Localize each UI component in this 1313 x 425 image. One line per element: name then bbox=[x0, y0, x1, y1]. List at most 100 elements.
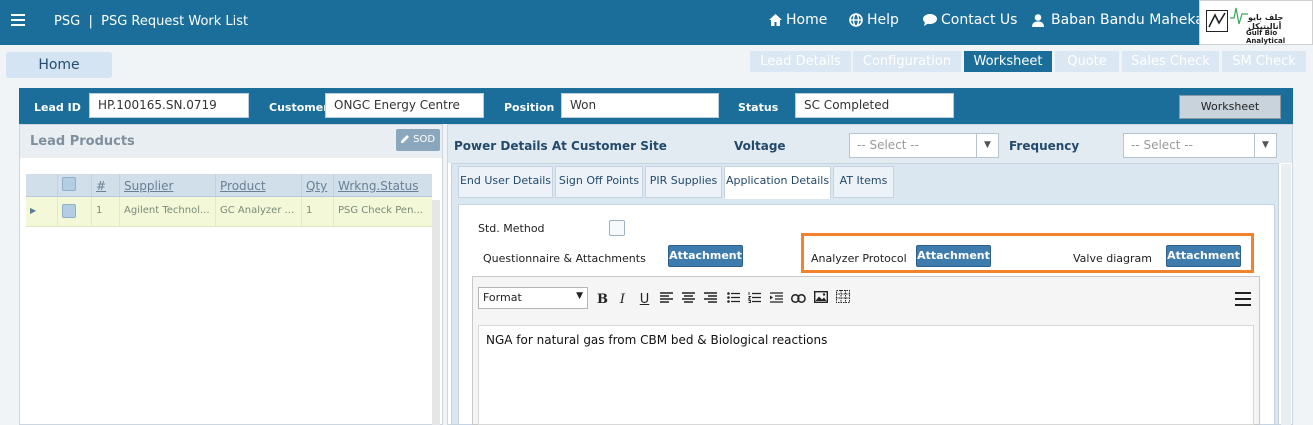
nav-contact-label: Contact Us bbox=[941, 12, 1018, 28]
pencil-icon bbox=[400, 135, 409, 143]
valve-diagram-attachment-button[interactable]: Attachment bbox=[1166, 245, 1241, 267]
tab-at-items[interactable]: AT Items bbox=[833, 166, 894, 198]
tab-configuration[interactable]: Configuration bbox=[853, 51, 961, 72]
lead-id-field[interactable]: HP.100165.SN.0719 bbox=[89, 93, 249, 118]
col-num[interactable]: # bbox=[92, 174, 120, 196]
editor-menu-icon[interactable] bbox=[1232, 288, 1254, 310]
frequency-select[interactable]: -- Select -- ▼ bbox=[1123, 133, 1277, 158]
col-qty[interactable]: Qty bbox=[302, 174, 334, 196]
analyzer-protocol-attachment-button[interactable]: Attachment bbox=[916, 245, 991, 267]
page-title: PSG Request Work List bbox=[101, 14, 249, 29]
link-icon[interactable] bbox=[789, 290, 808, 310]
worksheet-details-button[interactable]: Worksheet Details bbox=[1179, 95, 1281, 135]
col-supplier[interactable]: Supplier bbox=[120, 174, 216, 196]
cell-supplier: Agilent Technol... bbox=[120, 197, 216, 226]
status-field[interactable]: SC Completed bbox=[795, 93, 954, 118]
lead-header: Lead ID HP.100165.SN.0719 Customer ONGC … bbox=[19, 88, 1293, 124]
nav-contact[interactable]: Contact Us bbox=[923, 12, 1017, 28]
app-name: PSG bbox=[54, 14, 81, 29]
voltage-select-value: -- Select -- bbox=[857, 138, 919, 152]
tab-quote[interactable]: Quote bbox=[1055, 51, 1119, 72]
align-center-icon[interactable] bbox=[679, 290, 698, 310]
lead-products-title: Lead Products bbox=[30, 134, 135, 149]
tab-lead-details[interactable]: Lead Details bbox=[750, 51, 851, 72]
cell-status: PSG Check Pen... bbox=[338, 205, 423, 216]
worksheet-scrollbar[interactable] bbox=[1281, 164, 1291, 425]
questionnaire-label: Questionnaire & Attachments bbox=[483, 252, 646, 265]
home-button[interactable]: Home bbox=[6, 52, 112, 78]
tab-worksheet[interactable]: Worksheet bbox=[964, 51, 1052, 72]
status-label: Status bbox=[738, 101, 779, 114]
logo-mark-icon bbox=[1206, 10, 1228, 32]
power-details-header: Power Details At Customer Site Voltage -… bbox=[448, 125, 1292, 163]
col-status[interactable]: Wrkng.Status bbox=[334, 174, 432, 196]
select-all-checkbox[interactable] bbox=[62, 177, 76, 191]
logo-wave-icon bbox=[1230, 7, 1248, 25]
table-row[interactable]: ▶ 1 Agilent Technol... GC Analyzer ... 1… bbox=[26, 197, 432, 227]
chevron-down-icon: ▼ bbox=[1254, 134, 1276, 157]
editor-text: NGA for natural gas from CBM bed & Biolo… bbox=[486, 333, 828, 347]
frequency-label: Frequency bbox=[1009, 139, 1080, 153]
position-field[interactable]: Won bbox=[561, 93, 719, 118]
sod-button[interactable]: SOD bbox=[396, 129, 440, 151]
nav-help[interactable]: Help bbox=[849, 12, 899, 28]
top-bar: PSG | PSG Request Work List Home Help Co… bbox=[0, 0, 1313, 45]
indent-icon[interactable] bbox=[767, 290, 786, 310]
cell-num: 1 bbox=[92, 197, 120, 226]
voltage-select[interactable]: -- Select -- ▼ bbox=[849, 133, 999, 158]
hamburger-icon[interactable] bbox=[11, 14, 25, 26]
numbered-list-icon[interactable] bbox=[745, 290, 764, 310]
table-icon[interactable] bbox=[833, 290, 852, 310]
chat-icon bbox=[923, 14, 937, 26]
bold-icon[interactable]: B bbox=[593, 290, 612, 310]
lead-id-label: Lead ID bbox=[34, 101, 81, 114]
chevron-down-icon: ▼ bbox=[576, 291, 583, 301]
nav-help-label: Help bbox=[867, 12, 899, 28]
nav-user-label: Baban Bandu Mahekar bbox=[1051, 12, 1210, 28]
power-details-title: Power Details At Customer Site bbox=[454, 139, 667, 153]
nav-home[interactable]: Home bbox=[769, 12, 827, 28]
app-title: PSG | PSG Request Work List bbox=[54, 14, 249, 29]
align-left-icon[interactable] bbox=[657, 290, 676, 310]
analyzer-protocol-label: Analyzer Protocol bbox=[811, 252, 907, 265]
sod-label: SOD bbox=[413, 134, 436, 145]
align-right-icon[interactable] bbox=[701, 290, 720, 310]
globe-icon bbox=[849, 13, 863, 27]
nav-home-label: Home bbox=[786, 12, 828, 28]
tab-sales-check[interactable]: Sales Check bbox=[1122, 51, 1219, 72]
lead-products-header: Lead Products SOD bbox=[20, 125, 442, 158]
row-checkbox[interactable] bbox=[62, 204, 76, 218]
cell-product: GC Analyzer ... bbox=[216, 197, 302, 226]
bullet-list-icon[interactable] bbox=[724, 290, 743, 310]
std-method-label: Std. Method bbox=[478, 222, 545, 235]
lead-products-scrollbar[interactable] bbox=[432, 200, 440, 425]
italic-icon[interactable]: I bbox=[613, 290, 632, 310]
valve-diagram-label: Valve diagram bbox=[1073, 252, 1152, 265]
user-icon bbox=[1032, 13, 1044, 27]
nav-user[interactable]: Baban Bandu Mahekar bbox=[1032, 12, 1210, 28]
home-icon bbox=[769, 14, 782, 26]
format-select[interactable]: Format ▼ bbox=[478, 287, 588, 309]
tab-sm-check[interactable]: SM Check bbox=[1222, 51, 1306, 72]
customer-field[interactable]: ONGC Energy Centre bbox=[325, 93, 484, 118]
underline-icon[interactable]: U bbox=[635, 290, 654, 310]
format-select-value: Format bbox=[483, 291, 522, 304]
tab-pir-supplies[interactable]: PIR Supplies bbox=[645, 166, 722, 198]
tab-sign-off-points[interactable]: Sign Off Points bbox=[555, 166, 643, 198]
lead-products-panel: Lead Products SOD # Supplier Product Qty… bbox=[19, 124, 443, 425]
row-expand-icon[interactable]: ▶ bbox=[30, 206, 36, 215]
questionnaire-attachment-button[interactable]: Attachment bbox=[668, 245, 743, 267]
customer-label: Customer bbox=[269, 101, 329, 114]
image-icon[interactable] bbox=[811, 290, 830, 310]
tab-end-user-details[interactable]: End User Details bbox=[458, 166, 553, 198]
std-method-checkbox[interactable] bbox=[609, 220, 625, 236]
position-label: Position bbox=[504, 101, 555, 114]
cell-qty: 1 bbox=[302, 197, 334, 226]
voltage-label: Voltage bbox=[734, 139, 786, 153]
grid-header: # Supplier Product Qty Wrkng.Status bbox=[26, 174, 432, 197]
company-logo: جلف بايو أناليتيكل Gulf Bio Analytical bbox=[1199, 0, 1313, 45]
col-product[interactable]: Product bbox=[216, 174, 302, 196]
frequency-select-value: -- Select -- bbox=[1131, 138, 1193, 152]
lead-products-grid: # Supplier Product Qty Wrkng.Status ▶ 1 … bbox=[26, 174, 432, 227]
tab-application-details[interactable]: Application Details bbox=[724, 166, 831, 199]
